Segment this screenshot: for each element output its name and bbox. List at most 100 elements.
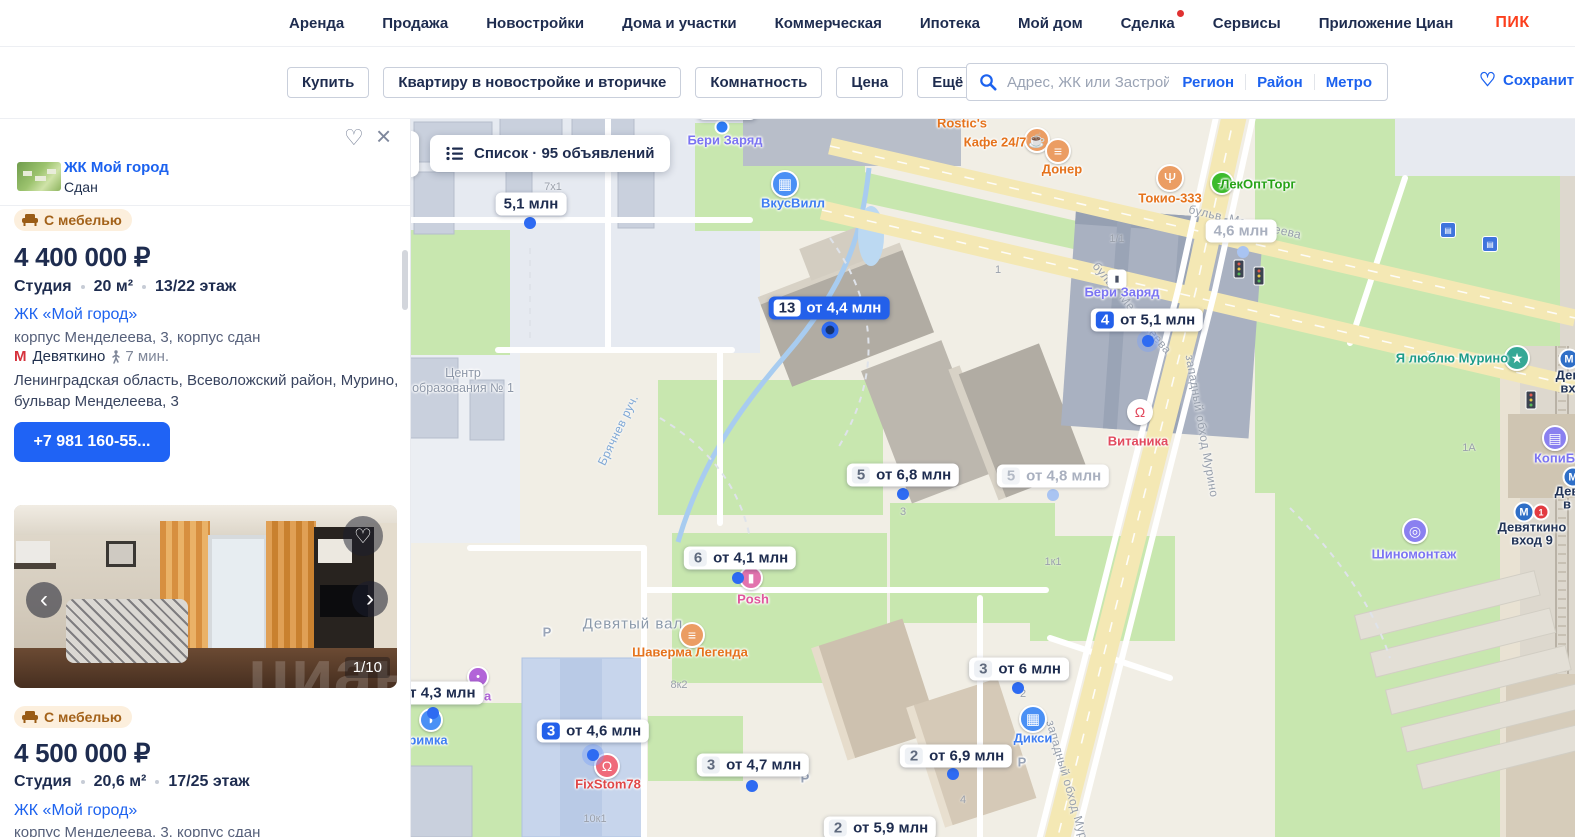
traffic-light-icon	[1233, 259, 1245, 279]
price-marker[interactable]: 2 от 5,9 млн	[823, 816, 937, 837]
marker-count: 5	[851, 466, 871, 484]
poi-label[interactable]: Шаверма Легенда	[632, 645, 748, 660]
print-icon[interactable]: ▤	[1542, 425, 1568, 451]
listing-dot[interactable]	[897, 488, 909, 500]
price-marker[interactable]: от 4,3 млн	[410, 681, 484, 705]
nav-item-Дома и участки[interactable]: Дома и участки	[622, 15, 736, 32]
nav-item-Аренда[interactable]: Аренда	[289, 15, 344, 32]
list-view-label: Список · 95 объявлений	[474, 145, 655, 162]
poi-label[interactable]: Р	[543, 625, 552, 640]
marker-price: от 4,7 млн	[726, 756, 802, 774]
listing-dot[interactable]	[427, 707, 439, 719]
geo-link-Район[interactable]: Район	[1246, 74, 1314, 91]
pik-logo[interactable]: ПИК	[1495, 14, 1529, 32]
price-marker[interactable]: 2 от 6,9 млн	[899, 744, 1013, 768]
listing-dot[interactable]	[1142, 335, 1154, 347]
price-marker[interactable]: 5 от 6,8 млн	[846, 463, 960, 487]
panel-collapse-handle[interactable]	[410, 131, 419, 177]
filter-button[interactable]: Цена	[836, 67, 904, 98]
listing-dot[interactable]	[821, 321, 839, 339]
search-input[interactable]	[1005, 72, 1172, 92]
poi-label[interactable]: в	[1563, 497, 1571, 512]
listing-dot[interactable]	[1047, 489, 1059, 501]
filter-button[interactable]: Купить	[287, 67, 370, 98]
poi-label[interactable]: вход 9	[1511, 533, 1553, 548]
dental-icon[interactable]: Ω	[1127, 399, 1153, 425]
nav-item-Коммерческая[interactable]: Коммерческая	[775, 15, 882, 32]
listing-photo[interactable]: циан ‹ › ♡ 1/10	[14, 505, 397, 688]
price-marker[interactable]: 3 от 4,7 млн	[696, 753, 810, 777]
poi-label[interactable]: вх	[1560, 381, 1575, 396]
filter-button[interactable]: Комнатность	[695, 67, 823, 98]
price-marker[interactable]: 3 от 4,6 млн	[536, 719, 650, 743]
metro-icon[interactable]: М	[1558, 348, 1575, 370]
favorite-listing-icon[interactable]: ♡	[343, 516, 383, 556]
save-search-button[interactable]: ♡ Сохранить	[1479, 71, 1575, 90]
poi-label[interactable]: Бери Заряд	[1084, 285, 1159, 300]
poi-label[interactable]: Posh	[737, 592, 769, 607]
listing-dot[interactable]	[587, 749, 599, 761]
poi-label[interactable]: Витаника	[1108, 434, 1169, 449]
poi-label[interactable]: Я люблю Мурино	[1396, 351, 1508, 366]
store-basket-icon[interactable]: ▦	[771, 170, 799, 198]
list-view-button[interactable]: Список · 95 объявлений	[430, 135, 671, 172]
poi-label[interactable]: Токио-333	[1138, 191, 1202, 206]
favorite-complex-icon[interactable]: ♡	[344, 125, 364, 151]
nav-item-Приложение Циан[interactable]: Приложение Циан	[1319, 15, 1454, 32]
nav-item-Продажа[interactable]: Продажа	[382, 15, 448, 32]
listing-dot[interactable]	[746, 780, 758, 792]
marker-price: от 5,9 млн	[853, 819, 929, 837]
house-number: 1к1	[1044, 556, 1062, 568]
nav-item-Мой дом[interactable]: Мой дом	[1018, 15, 1083, 32]
geo-link-Метро[interactable]: Метро	[1315, 74, 1383, 91]
price-marker[interactable]: 4,6 млн	[1205, 219, 1277, 243]
spec-area: 20 м²	[93, 278, 134, 295]
listing-dot[interactable]	[1237, 246, 1249, 258]
listing-address: Ленинградская область, Всеволожский райо…	[14, 370, 398, 412]
filter-button[interactable]: Квартиру в новостройке и вторичке	[383, 67, 682, 98]
photo-next-button[interactable]: ›	[352, 581, 388, 617]
listing-dot[interactable]	[947, 768, 959, 780]
price-marker[interactable]: 5 от 4,8 млн	[996, 464, 1110, 488]
poi-label[interactable]: Кафе 24/7	[964, 135, 1027, 150]
listing-dot[interactable]	[1012, 682, 1024, 694]
poi-label[interactable]: ЛекОптТорг	[1220, 177, 1296, 192]
nav-item-Сделка[interactable]: Сделка	[1121, 9, 1184, 32]
poi-label[interactable]: Rostic's	[937, 118, 987, 131]
panel-scrollbar[interactable]	[402, 250, 408, 310]
fastfood-icon[interactable]: ≡	[1045, 138, 1071, 164]
map-region[interactable]: Список · 95 объявлений 5,1 млн 4,6 млн 13 о…	[410, 118, 1575, 837]
price-marker[interactable]: 5,1 млн	[495, 192, 567, 216]
close-panel-icon[interactable]: ×	[376, 121, 391, 152]
listing-dot[interactable]	[524, 217, 536, 229]
nav-item-Новостройки[interactable]: Новостройки	[486, 15, 584, 32]
complex-thumbnail[interactable]	[17, 162, 61, 191]
marker-count: 2	[904, 747, 924, 765]
poi-label[interactable]: P	[1018, 755, 1027, 770]
complex-title-link[interactable]: ЖК Мой город	[64, 159, 169, 176]
price-marker[interactable]: 4 от 5,1 млн	[1090, 308, 1204, 332]
poi-label[interactable]: КопиБос	[1534, 451, 1575, 466]
restaurant-icon[interactable]: Ψ	[1156, 164, 1184, 192]
photo-prev-button[interactable]: ‹	[26, 582, 62, 618]
price-marker[interactable]: 6 от 4,1 млн	[683, 546, 797, 570]
poi-label[interactable]: римка	[410, 733, 448, 748]
price-marker[interactable]: 3 от 6 млн	[969, 657, 1069, 681]
complex-link[interactable]: ЖК «Мой город»	[14, 802, 137, 820]
show-phone-button[interactable]: +7 981 160-55...	[14, 422, 170, 462]
poi-label[interactable]: FixStom78	[575, 777, 641, 792]
poi-label[interactable]: ВкусВилл	[761, 196, 825, 211]
poi-label[interactable]: Бери Заряд	[687, 133, 762, 148]
tire-service-icon[interactable]: ◎	[1402, 518, 1428, 544]
complex-link[interactable]: ЖК «Мой город»	[14, 306, 137, 324]
geo-link-Регион[interactable]: Регион	[1171, 74, 1245, 91]
price-marker[interactable]: 13 от 4,4 млн	[768, 296, 890, 320]
store-basket-icon[interactable]: ▦	[1019, 705, 1047, 733]
poi-label[interactable]: Шиномонтаж	[1372, 547, 1457, 562]
listing-dot[interactable]	[732, 572, 744, 584]
nav-item-Ипотека[interactable]: Ипотека	[920, 15, 980, 32]
poi-label[interactable]: Донер	[1042, 162, 1082, 177]
nav-item-Сервисы[interactable]: Сервисы	[1213, 15, 1281, 32]
furnished-badge: С мебелью	[14, 209, 132, 231]
poi-label[interactable]: Дикси	[1014, 731, 1053, 746]
